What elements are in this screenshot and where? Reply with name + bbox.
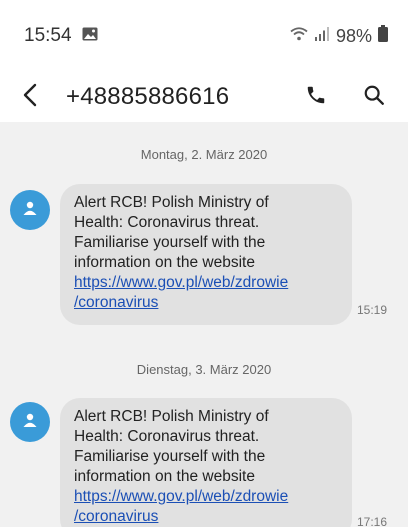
message-text-line: Alert RCB! Polish Ministry of [74, 408, 269, 425]
message-text-line: Familiarise yourself with the [74, 234, 266, 251]
status-bar-right: 98% [290, 25, 388, 47]
message-text-line: Familiarise yourself with the [74, 448, 266, 465]
person-icon [22, 200, 38, 221]
message-link[interactable]: https://www.gov.pl/web/zdrowie [74, 487, 340, 507]
search-button[interactable] [356, 77, 392, 117]
contact-number: +48885886616 [66, 83, 230, 110]
date-separator: Dienstag, 3. März 2020 [136, 362, 272, 377]
avatar[interactable] [10, 402, 50, 442]
message-link[interactable]: /coronavirus [74, 293, 340, 313]
message-time: 17:16 [357, 515, 388, 527]
date-separator: Montag, 2. März 2020 [140, 147, 268, 162]
status-bar-left: 15:54 [24, 25, 98, 47]
message-text-line: Alert RCB! Polish Ministry of [74, 194, 269, 211]
status-bar: 15:54 98% [0, 0, 408, 72]
person-icon [22, 412, 38, 433]
message-text-line: Health: Coronavirus threat. [74, 428, 260, 445]
conversation-header: +48885886616 [0, 72, 408, 122]
battery-icon [378, 25, 388, 47]
message-text-line: information on the website [74, 468, 255, 485]
avatar[interactable] [10, 190, 50, 230]
message-text-line: information on the website [74, 254, 255, 271]
back-button[interactable] [22, 77, 52, 117]
call-button[interactable] [298, 77, 334, 117]
message-list[interactable]: Montag, 2. März 2020 Alert RCB! Polish M… [0, 122, 408, 527]
phone-icon [305, 84, 327, 111]
message-bubble[interactable]: Alert RCB! Polish Ministry of Health: Co… [60, 184, 352, 325]
battery-percent: 98% [335, 25, 372, 46]
wifi-icon [290, 26, 308, 46]
status-time: 15:54 [24, 25, 72, 46]
message-text-line: Health: Coronavirus threat. [74, 214, 260, 231]
back-arrow-icon [22, 83, 38, 112]
message-time: 15:19 [357, 303, 388, 317]
search-icon [363, 84, 385, 111]
message-bubble[interactable]: Alert RCB! Polish Ministry of Health: Co… [60, 398, 352, 527]
message-link[interactable]: /coronavirus [74, 507, 340, 527]
signal-icon [314, 26, 330, 46]
message-link[interactable]: https://www.gov.pl/web/zdrowie [74, 273, 340, 293]
gallery-notification-icon [82, 27, 98, 46]
